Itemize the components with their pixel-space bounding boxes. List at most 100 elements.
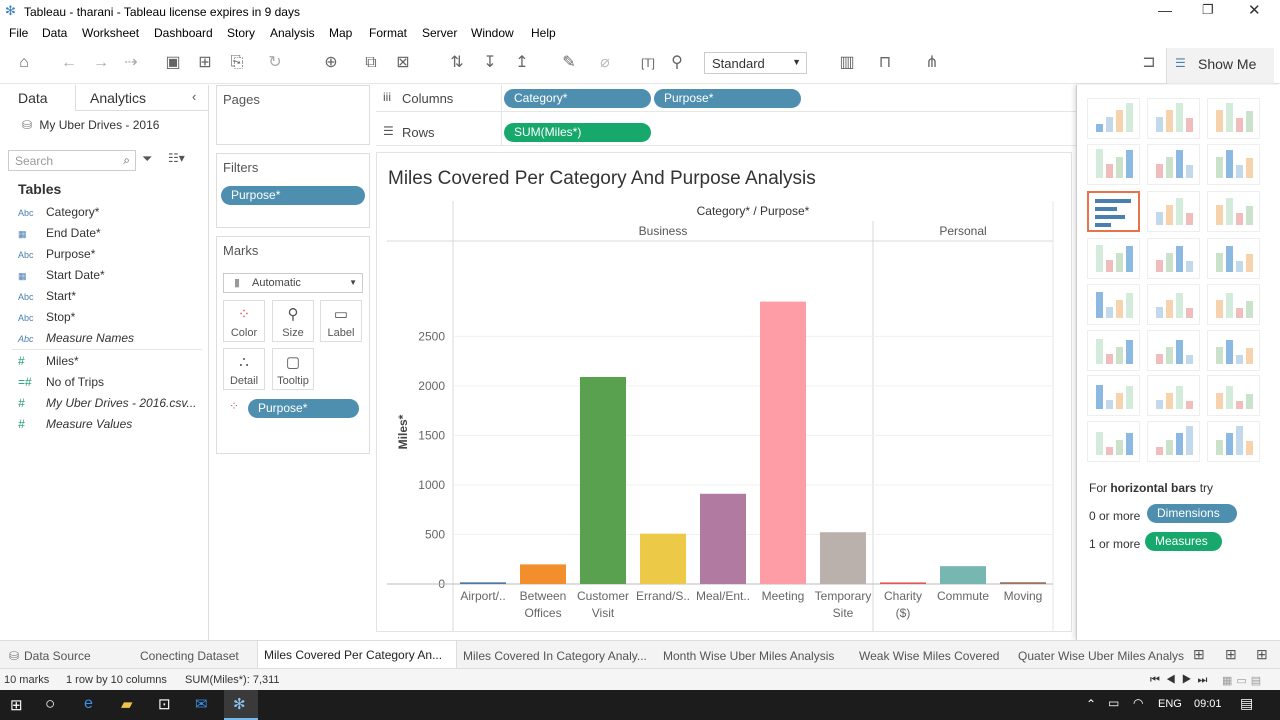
cortana-icon[interactable]: ○	[45, 694, 55, 714]
show-labels-icon[interactable]: [T]	[637, 52, 659, 74]
chart-type-thumbnail[interactable]	[1207, 375, 1260, 416]
chart-type-thumbnail[interactable]	[1087, 284, 1140, 325]
menu-dashboard[interactable]: Dashboard	[154, 26, 213, 40]
field-end-date[interactable]: ▦ End Date*	[18, 226, 101, 244]
chart-type-thumbnail[interactable]	[1147, 144, 1200, 185]
group-icon[interactable]: ⌀	[594, 52, 616, 74]
field-miles[interactable]: # Miles*	[18, 354, 79, 372]
restore-icon[interactable]: ❐	[1202, 2, 1214, 18]
field-no-of-trips[interactable]: =# No of Trips	[18, 375, 104, 393]
highlight-icon[interactable]: ✎	[558, 52, 580, 74]
chart-type-thumbnail[interactable]	[1207, 330, 1260, 371]
new-worksheet-tab-icon[interactable]: ⊞	[1193, 646, 1205, 663]
menu-format[interactable]: Format	[369, 26, 407, 40]
size-button[interactable]: ⚲ Size	[272, 300, 314, 342]
share-icon[interactable]: ⋔	[921, 52, 943, 74]
label-button[interactable]: ▭ Label	[320, 300, 362, 342]
filters-card[interactable]: Filters Purpose*	[216, 153, 370, 228]
tooltip-button[interactable]: ▢ Tooltip	[272, 348, 314, 390]
redo-icon[interactable]: →	[90, 52, 112, 74]
minimize-icon[interactable]: —	[1158, 2, 1172, 18]
tab-analytics[interactable]: Analytics	[90, 90, 146, 106]
collapse-pane-icon[interactable]: ‹	[192, 89, 196, 104]
chart-type-thumbnail[interactable]	[1147, 330, 1200, 371]
view-options-icon[interactable]: ☷▾	[168, 151, 185, 165]
rows-pill-sum-miles[interactable]: SUM(Miles*)	[504, 123, 651, 142]
refresh-icon[interactable]: ↻	[264, 52, 286, 74]
filter-icon[interactable]: ⏷	[142, 151, 152, 167]
pin-icon[interactable]: ⊐	[1138, 52, 1160, 74]
sheet-view-icons[interactable]: ▦▭▤	[1222, 674, 1265, 687]
chart-type-horizontal-bars[interactable]	[1087, 191, 1140, 232]
wifi-icon[interactable]: ◠	[1133, 696, 1143, 710]
chart-type-thumbnail[interactable]	[1087, 421, 1140, 462]
chart-type-thumbnail[interactable]	[1147, 375, 1200, 416]
chart-type-thumbnail[interactable]	[1207, 144, 1260, 185]
search-input[interactable]: Search ⌕	[8, 150, 136, 171]
columns-shelf[interactable]: iii Columns Category* Purpose*	[376, 85, 1080, 112]
chart-type-thumbnail[interactable]	[1207, 98, 1260, 139]
tab-data-source[interactable]: Data Source	[24, 649, 91, 663]
notifications-icon[interactable]: ▤	[1240, 695, 1253, 712]
home-icon[interactable]: ⌂	[13, 52, 35, 74]
menu-window[interactable]: Window	[471, 26, 514, 40]
chart-type-thumbnail[interactable]	[1207, 238, 1260, 279]
chart-type-thumbnail[interactable]	[1087, 144, 1140, 185]
field-record-count[interactable]: # My Uber Drives - 2016.csv...	[18, 396, 196, 414]
color-button[interactable]: ⁘ Color	[223, 300, 265, 342]
tableau-taskbar-button[interactable]: ✻	[224, 690, 258, 720]
sheet-nav-icons[interactable]: ⏮◀▶⏭	[1150, 674, 1213, 687]
undo-icon[interactable]: ←	[58, 52, 80, 74]
menu-data[interactable]: Data	[42, 26, 67, 40]
file-explorer-icon[interactable]: ▰	[121, 695, 133, 713]
new-dashboard-tab-icon[interactable]: ⊞	[1225, 646, 1237, 663]
chart-type-thumbnail[interactable]	[1147, 98, 1200, 139]
menu-worksheet[interactable]: Worksheet	[82, 26, 139, 40]
new-story-tab-icon[interactable]: ⊞	[1256, 646, 1268, 663]
marks-pill-purpose[interactable]: Purpose*	[248, 399, 359, 418]
detail-button[interactable]: ∴ Detail	[223, 348, 265, 390]
sheet-tab[interactable]: Conecting Dataset	[140, 649, 239, 663]
sheet-tab[interactable]: Month Wise Uber Miles Analysis	[663, 649, 834, 663]
menu-file[interactable]: File	[9, 26, 28, 40]
field-start[interactable]: Abc Start*	[18, 289, 76, 307]
menu-analysis[interactable]: Analysis	[270, 26, 315, 40]
swap-icon[interactable]: ⇅	[446, 52, 468, 74]
filter-pill-purpose[interactable]: Purpose*	[221, 186, 365, 205]
menu-map[interactable]: Map	[329, 26, 352, 40]
sheet-tab-active[interactable]: Miles Covered Per Category An...	[257, 641, 457, 669]
rows-shelf[interactable]: ☰ Rows SUM(Miles*)	[376, 112, 1080, 146]
field-measure-values[interactable]: # Measure Values	[18, 417, 132, 435]
close-icon[interactable]: ✕	[1248, 1, 1261, 19]
presentation-mode-icon[interactable]: ⊓	[874, 52, 896, 74]
chart-type-thumbnail[interactable]	[1147, 191, 1200, 232]
chart-type-thumbnail[interactable]	[1087, 98, 1140, 139]
replay-icon[interactable]: ⇢	[120, 52, 142, 74]
sort-ascending-icon[interactable]: ↧	[479, 52, 501, 74]
sort-descending-icon[interactable]: ↥	[511, 52, 533, 74]
chart-type-thumbnail[interactable]	[1147, 238, 1200, 279]
pages-card[interactable]: Pages	[216, 85, 370, 145]
sheet-tab[interactable]: Weak Wise Miles Covered	[859, 649, 999, 663]
chart-type-thumbnail[interactable]	[1207, 284, 1260, 325]
tab-data[interactable]: Data	[0, 85, 76, 111]
chart-type-thumbnail[interactable]	[1087, 238, 1140, 279]
duplicate-sheet-icon[interactable]: ⧉	[360, 52, 382, 74]
menu-help[interactable]: Help	[531, 26, 556, 40]
chart-type-thumbnail[interactable]	[1087, 375, 1140, 416]
field-stop[interactable]: Abc Stop*	[18, 310, 75, 328]
show-cards-icon[interactable]: ▥	[836, 52, 858, 74]
new-datasource-icon[interactable]: ⊞	[194, 52, 216, 74]
clear-sheet-icon[interactable]: ⊠	[392, 52, 414, 74]
field-purpose[interactable]: Abc Purpose*	[18, 247, 95, 265]
clock[interactable]: 09:01	[1194, 698, 1222, 710]
columns-pill-purpose[interactable]: Purpose*	[654, 89, 801, 108]
chart-type-thumbnail[interactable]	[1087, 330, 1140, 371]
chart-type-thumbnail[interactable]	[1207, 421, 1260, 462]
field-category[interactable]: Abc Category*	[18, 205, 99, 223]
store-icon[interactable]: ⊡	[158, 695, 171, 713]
columns-pill-category[interactable]: Category*	[504, 89, 651, 108]
menu-story[interactable]: Story	[227, 26, 255, 40]
sheet-tab[interactable]: Quater Wise Uber Miles Analys	[1018, 649, 1184, 663]
pause-updates-icon[interactable]: ⎘	[226, 52, 248, 74]
